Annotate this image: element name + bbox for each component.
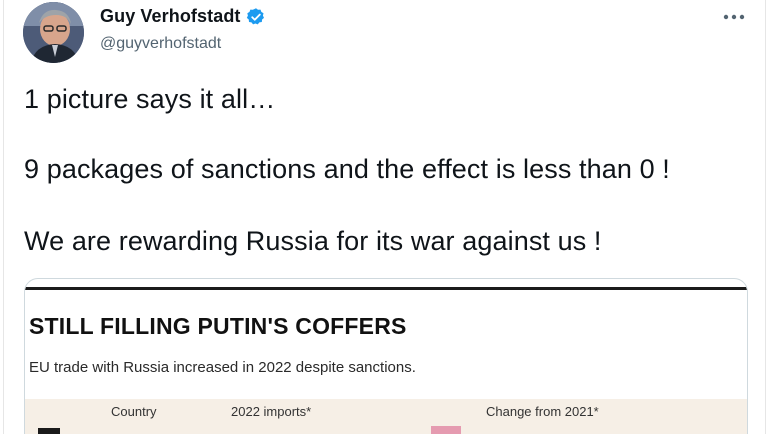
verified-badge-icon bbox=[246, 7, 266, 27]
author-row: Guy Verhofstadt bbox=[100, 6, 266, 27]
tweet-text-line-3: We are rewarding Russia for its war agai… bbox=[24, 226, 602, 256]
avatar-image bbox=[23, 2, 84, 63]
column-header-change: Change from 2021* bbox=[486, 404, 599, 419]
media-chart-title: STILL FILLING PUTIN'S COFFERS bbox=[29, 313, 407, 339]
avatar[interactable] bbox=[23, 2, 84, 63]
timeline-right-border bbox=[765, 0, 766, 434]
more-dots-icon bbox=[723, 14, 745, 20]
tweet-text-line-2: 9 packages of sanctions and the effect i… bbox=[24, 154, 670, 184]
column-header-imports: 2022 imports* bbox=[231, 404, 312, 419]
tweet-card: Guy Verhofstadt @guyverhofstadt 1 pictur… bbox=[0, 0, 770, 434]
media-chart-subtitle: EU trade with Russia increased in 2022 d… bbox=[29, 359, 416, 376]
display-name[interactable]: Guy Verhofstadt bbox=[100, 6, 241, 27]
country-flag-icon bbox=[38, 428, 60, 434]
author-handle[interactable]: @guyverhofstadt bbox=[100, 35, 221, 53]
media-table-header: Country 2022 imports* Change from 2021* bbox=[25, 399, 747, 434]
tweet-media-image[interactable]: STILL FILLING PUTIN'S COFFERS EU trade w… bbox=[24, 278, 748, 434]
column-header-country: Country bbox=[111, 404, 157, 419]
change-bar bbox=[431, 426, 461, 434]
media-top-rule bbox=[25, 287, 747, 290]
more-options-button[interactable] bbox=[720, 6, 748, 28]
timeline-left-border bbox=[3, 0, 4, 434]
tweet-text-line-1: 1 picture says it all… bbox=[24, 84, 276, 114]
